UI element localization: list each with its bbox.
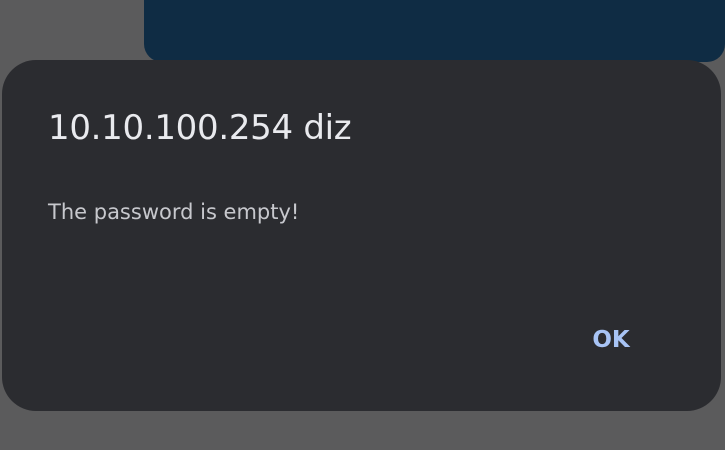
dialog-title: 10.10.100.254 diz xyxy=(48,108,352,148)
background-panel xyxy=(144,0,725,62)
dialog-message: The password is empty! xyxy=(48,200,300,224)
ok-button[interactable]: OK xyxy=(568,314,654,366)
alert-dialog: 10.10.100.254 diz The password is empty!… xyxy=(2,60,721,411)
